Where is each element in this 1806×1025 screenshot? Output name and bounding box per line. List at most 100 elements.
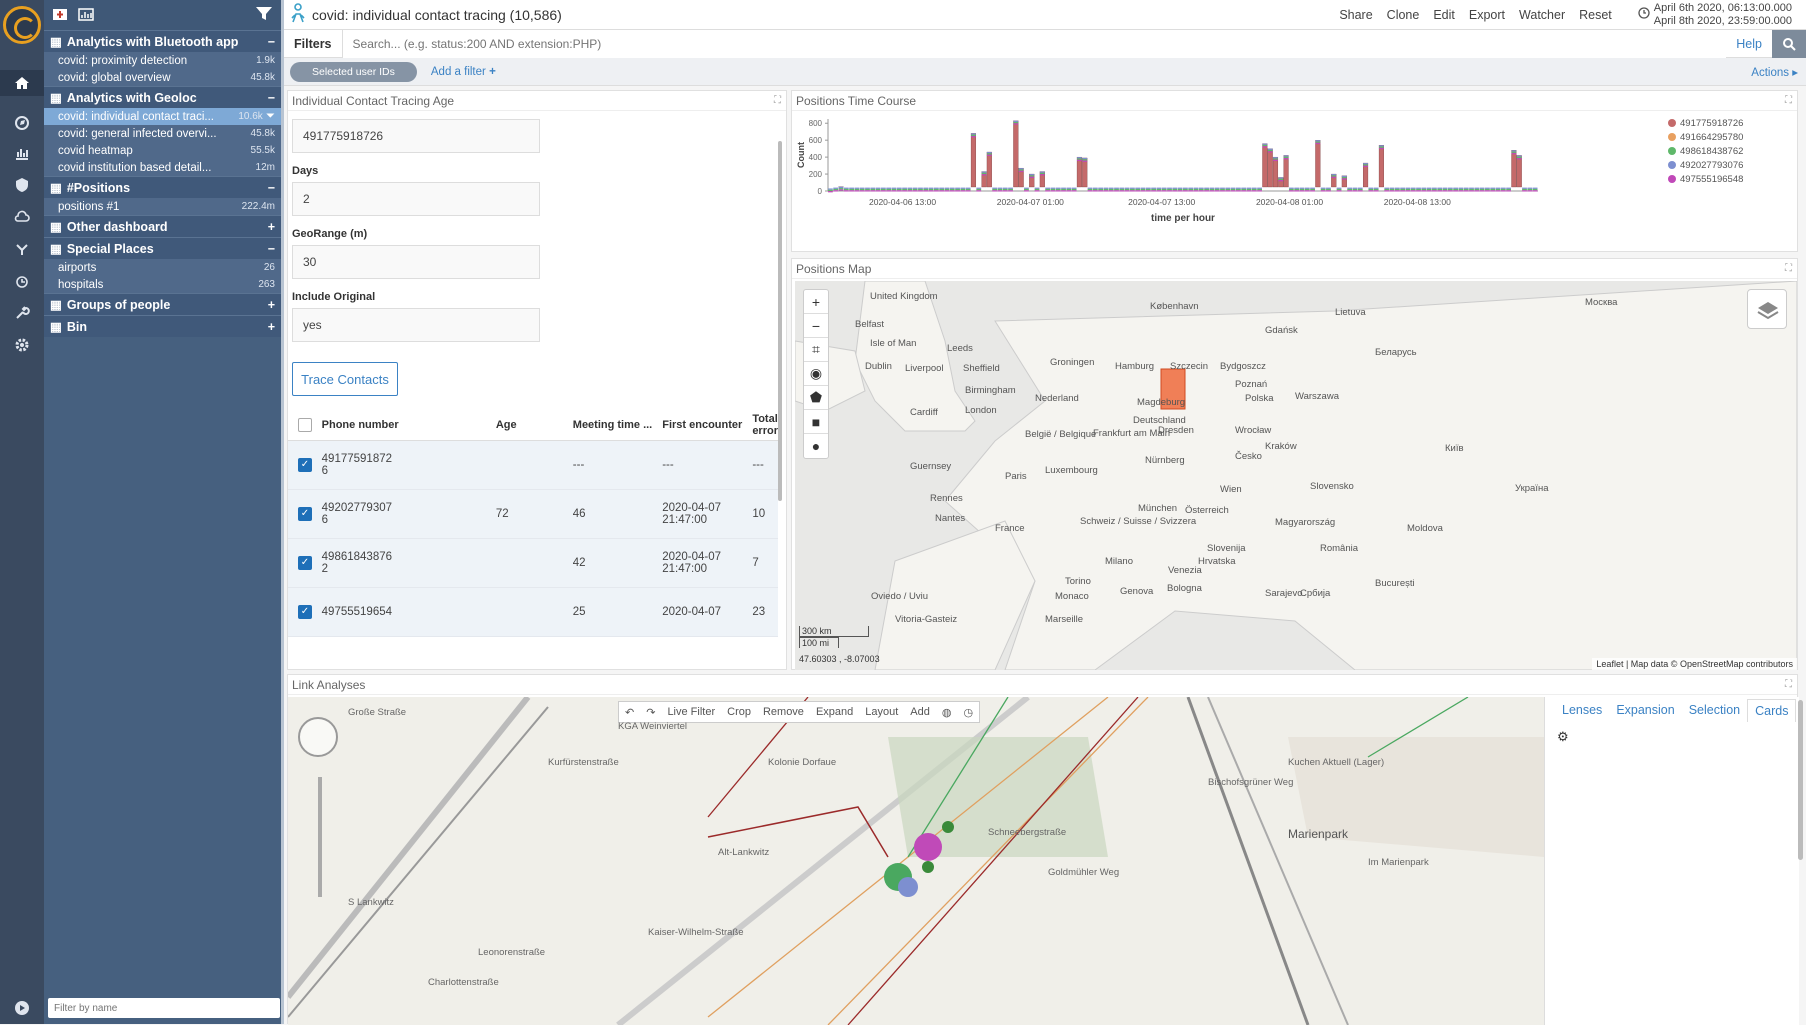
logo-icon[interactable]: [3, 6, 41, 44]
link-graph-canvas[interactable]: ↶ ↷ Live Filter Crop Remove Expand Layou…: [288, 697, 1544, 1025]
filter-funnel-icon[interactable]: [255, 6, 273, 25]
tab-selection[interactable]: Selection: [1682, 699, 1747, 721]
sidebar-item[interactable]: covid: general infected overvi...45.8k: [44, 125, 281, 142]
table-row[interactable]: ✓49202779307672462020-04-0721:47:0010: [288, 489, 778, 538]
filter-pill-selected-user-ids[interactable]: Selected user IDs: [290, 62, 417, 82]
georange-field[interactable]: 30: [292, 245, 540, 279]
section-toggle[interactable]: +: [268, 320, 275, 334]
crop-tool-icon[interactable]: ⌗: [804, 338, 828, 362]
add-button[interactable]: Add: [904, 706, 936, 718]
redo-icon[interactable]: ↷: [640, 706, 661, 719]
play-icon[interactable]: [0, 995, 44, 1021]
time-picker[interactable]: April 6th 2020, 06:13:00.000April 8th 20…: [1638, 2, 1792, 28]
row-checkbox[interactable]: ✓: [298, 556, 312, 570]
sidebar-section[interactable]: ▦Other dashboard+: [44, 215, 281, 237]
section-toggle[interactable]: −: [268, 181, 275, 195]
sidebar-item[interactable]: hospitals263: [44, 276, 281, 293]
new-dashboard-icon[interactable]: [52, 7, 68, 24]
zoom-out-button[interactable]: −: [804, 314, 828, 338]
gear-icon[interactable]: [0, 332, 44, 358]
europe-map[interactable]: United KingdomBelfastIsle of ManLeedsDub…: [795, 281, 1797, 670]
help-link[interactable]: Help: [1736, 37, 1762, 51]
navigation-wheel[interactable]: [298, 717, 338, 757]
sidebar-filter-input[interactable]: [48, 998, 280, 1018]
table-row[interactable]: ✓491775918726---------: [288, 440, 778, 489]
col-meeting[interactable]: Meeting time ...: [569, 410, 658, 440]
expand-icon[interactable]: ⛶: [1785, 259, 1792, 279]
eye-icon[interactable]: ◉: [804, 362, 828, 386]
clone-button[interactable]: Clone: [1387, 8, 1420, 22]
history-icon[interactable]: [0, 268, 44, 294]
section-toggle[interactable]: −: [268, 35, 275, 49]
col-first[interactable]: First encounter: [658, 410, 748, 440]
compass-icon[interactable]: [0, 110, 44, 136]
trace-contacts-button[interactable]: Trace Contacts: [292, 362, 398, 396]
expand-icon[interactable]: ⛶: [1785, 675, 1792, 695]
watcher-button[interactable]: Watcher: [1519, 8, 1565, 22]
table-row[interactable]: ✓49755519654252020-04-0723: [288, 587, 778, 636]
row-checkbox[interactable]: ✓: [298, 507, 312, 521]
zoom-in-button[interactable]: +: [804, 290, 828, 314]
panel-scrollbar[interactable]: [778, 141, 782, 501]
crop-button[interactable]: Crop: [721, 706, 757, 718]
sidebar-item[interactable]: airports26: [44, 259, 281, 276]
graph-icon[interactable]: [0, 236, 44, 262]
sidebar-item[interactable]: covid: individual contact traci...10.6k⏷: [44, 108, 281, 125]
home-icon[interactable]: [0, 70, 44, 96]
add-filter-link[interactable]: Add a filter +: [431, 66, 496, 78]
search-button[interactable]: [1772, 30, 1806, 58]
live-filter-button[interactable]: Live Filter: [661, 706, 721, 718]
expand-button[interactable]: Expand: [810, 706, 859, 718]
layers-icon[interactable]: [1747, 289, 1787, 329]
undo-icon[interactable]: ↶: [619, 706, 640, 719]
tab-expansion[interactable]: Expansion: [1609, 699, 1681, 721]
tab-lenses[interactable]: Lenses: [1555, 699, 1609, 721]
cloud-icon[interactable]: [0, 204, 44, 230]
import-dashboard-icon[interactable]: [78, 7, 94, 24]
globe-icon[interactable]: ◍: [936, 706, 958, 719]
col-age[interactable]: Age: [492, 410, 569, 440]
share-button[interactable]: Share: [1339, 8, 1372, 22]
search-input[interactable]: [342, 30, 1727, 58]
expand-icon[interactable]: ⛶: [774, 91, 781, 111]
sidebar-section[interactable]: ▦Groups of people+: [44, 293, 281, 315]
reset-button[interactable]: Reset: [1579, 8, 1612, 22]
page-scrollbar[interactable]: [1798, 700, 1803, 860]
col-phone[interactable]: Phone number: [318, 410, 492, 440]
col-error[interactable]: Total error: [748, 410, 778, 440]
export-button[interactable]: Export: [1469, 8, 1505, 22]
row-checkbox[interactable]: ✓: [298, 458, 312, 472]
rectangle-tool-icon[interactable]: ■: [804, 410, 828, 434]
phone-field[interactable]: 491775918726: [292, 119, 540, 153]
polygon-tool-icon[interactable]: ⬟: [804, 386, 828, 410]
clock-icon[interactable]: ◷: [957, 706, 979, 719]
sidebar-section[interactable]: ▦Analytics with Geoloc−: [44, 86, 281, 108]
include-original-field[interactable]: yes: [292, 308, 540, 342]
wrench-icon[interactable]: [0, 300, 44, 326]
sidebar-item[interactable]: covid institution based detail...12m: [44, 159, 281, 176]
expand-icon[interactable]: ⛶: [1785, 91, 1792, 111]
select-all-checkbox[interactable]: [298, 418, 312, 432]
days-field[interactable]: 2: [292, 182, 540, 216]
bar-chart-icon[interactable]: [0, 140, 44, 166]
zoom-slider[interactable]: [318, 777, 322, 897]
shield-icon[interactable]: [0, 172, 44, 198]
section-toggle[interactable]: +: [268, 220, 275, 234]
sidebar-section[interactable]: ▦Analytics with Bluetooth app−: [44, 30, 281, 52]
map-attribution[interactable]: Leaflet | Map data © OpenStreetMap contr…: [1592, 658, 1797, 670]
sidebar-item[interactable]: covid: proximity detection1.9k: [44, 52, 281, 69]
sidebar-section[interactable]: ▦#Positions−: [44, 176, 281, 198]
sidebar-section[interactable]: ▦Bin+: [44, 315, 281, 337]
section-toggle[interactable]: −: [268, 91, 275, 105]
tab-cards[interactable]: Cards: [1747, 699, 1796, 722]
sidebar-section[interactable]: ▦Special Places−: [44, 237, 281, 259]
sidebar-item[interactable]: covid: global overview45.8k: [44, 69, 281, 86]
circle-tool-icon[interactable]: ●: [804, 434, 828, 458]
sidebar-item[interactable]: positions #1222.4m: [44, 198, 281, 215]
actions-menu[interactable]: Actions ▸: [1751, 65, 1798, 79]
layout-button[interactable]: Layout: [859, 706, 904, 718]
remove-button[interactable]: Remove: [757, 706, 810, 718]
edit-button[interactable]: Edit: [1433, 8, 1455, 22]
row-checkbox[interactable]: ✓: [298, 605, 312, 619]
section-toggle[interactable]: −: [268, 242, 275, 256]
